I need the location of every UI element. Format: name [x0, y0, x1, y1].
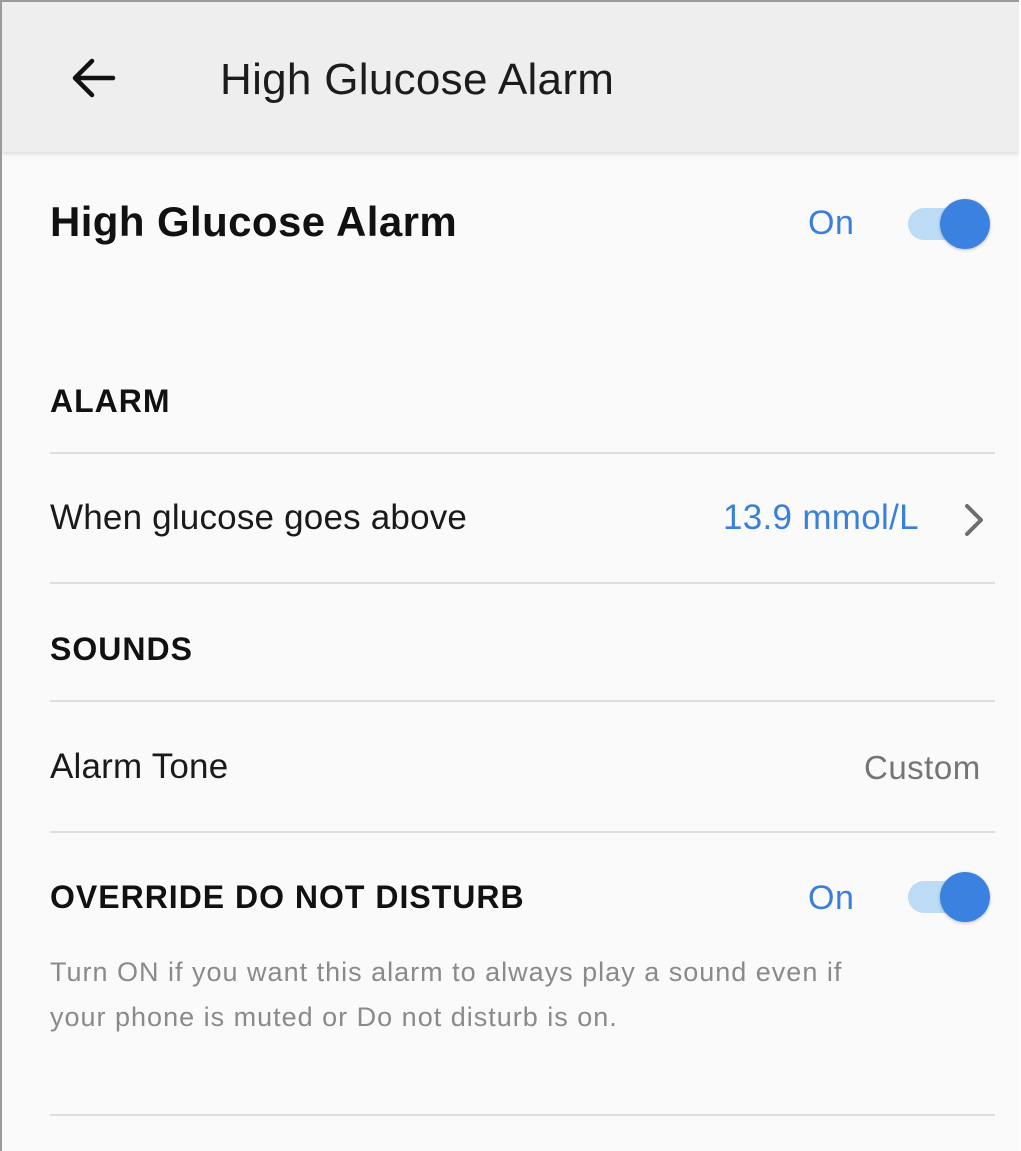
section-header-sounds: SOUNDS [50, 631, 193, 667]
alarm-tone-value: Custom [864, 749, 981, 786]
override-dnd-toggle-switch[interactable] [908, 871, 992, 923]
app-bar: High Glucose Alarm [2, 2, 1019, 152]
threshold-row[interactable]: When glucose goes above 13.9 mmol/L [2, 454, 1019, 582]
override-dnd-header: OVERRIDE DO NOT DISTURB [50, 879, 525, 915]
threshold-value: 13.9 mmol/L [723, 498, 919, 537]
override-state-label: On [808, 879, 855, 917]
alarm-tone-label: Alarm Tone [50, 747, 229, 786]
override-help-text: Turn ON if you want this alarm to always… [50, 957, 843, 1032]
main-alarm-toggle-row[interactable]: High Glucose Alarm On [2, 154, 1019, 294]
back-button[interactable] [57, 42, 129, 114]
alarm-settings-screen: High Glucose Alarm High Glucose Alarm On… [0, 0, 1019, 1151]
alarm-toggle-switch[interactable] [908, 198, 992, 250]
chevron-right-icon [965, 504, 983, 536]
alarm-title: High Glucose Alarm [50, 198, 458, 245]
divider [50, 582, 995, 584]
toggle-knob [940, 872, 990, 922]
section-header-alarm: ALARM [50, 383, 171, 419]
alarm-tone-row[interactable]: Alarm Tone Custom [2, 702, 1019, 830]
arrow-left-icon [72, 58, 116, 98]
alarm-state-label: On [808, 204, 855, 242]
override-dnd-row[interactable]: OVERRIDE DO NOT DISTURB On Turn ON if yo… [2, 833, 1019, 1113]
toggle-knob [940, 199, 990, 249]
threshold-label: When glucose goes above [50, 498, 468, 537]
divider [50, 1114, 995, 1116]
page-title: High Glucose Alarm [220, 55, 615, 104]
